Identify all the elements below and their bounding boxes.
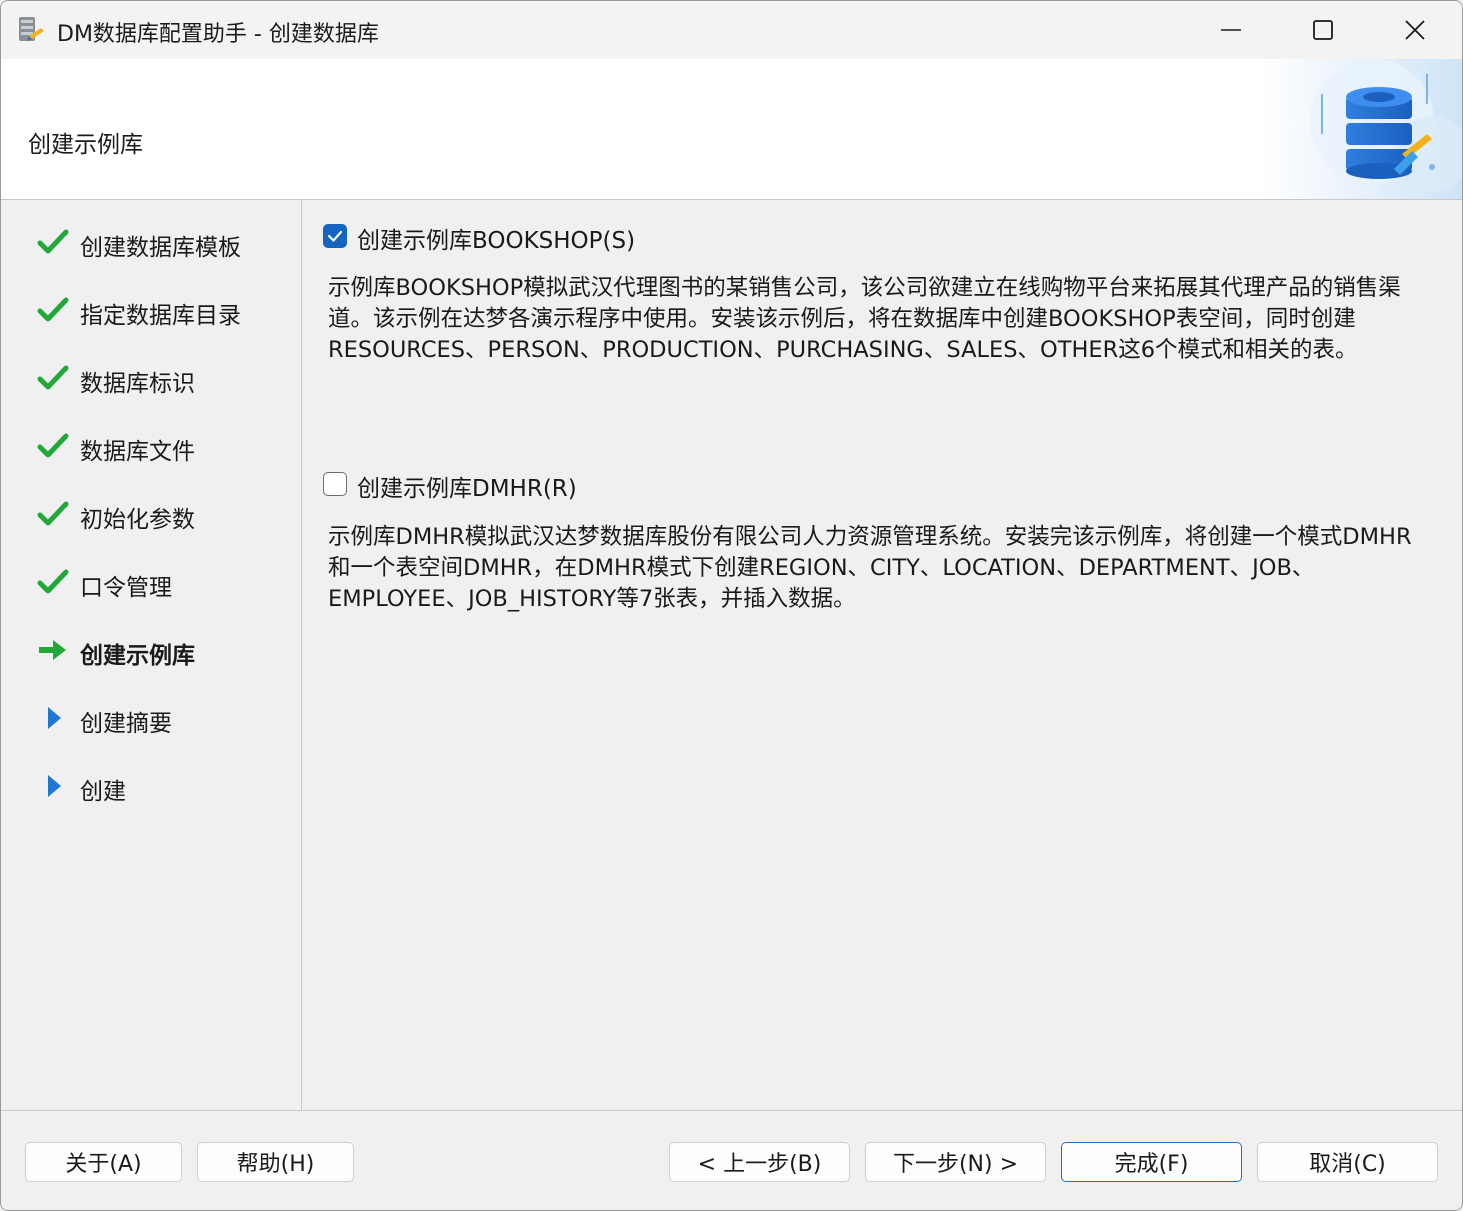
wizard-banner: 创建示例库 [1,59,1462,200]
check-icon [37,433,69,458]
database-tools-icon [1262,59,1462,199]
check-icon [37,501,69,526]
next-button[interactable]: 下一步(N) > [865,1142,1046,1182]
help-button[interactable]: 帮助(H) [197,1142,354,1182]
triangle-right-icon [48,775,61,797]
dmhr-option[interactable]: 创建示例库DMHR(R) [323,468,663,502]
step-label: 创建摘要 [80,711,172,737]
step-label: 数据库标识 [80,371,195,397]
step-create-template: 创建数据库模板 [1,216,301,266]
maximize-button[interactable] [1277,1,1369,59]
wizard-steps-sidebar: 创建数据库模板 指定数据库目录 数据库标识 数据库文件 初始化参数 口令管理 创… [1,200,302,1110]
minimize-icon [1221,29,1241,31]
previous-button-label: < 上一步(B) [697,1152,822,1177]
minimize-button[interactable] [1185,1,1277,59]
dmhr-description: 示例库DMHR模拟武汉达梦数据库股份有限公司人力资源管理系统。安装完该示例库，将… [328,524,1412,612]
check-icon [37,365,69,390]
previous-button[interactable]: < 上一步(B) [669,1142,850,1182]
step-summary: 创建摘要 [1,692,301,742]
step-db-directory: 指定数据库目录 [1,284,301,334]
page-title: 创建示例库 [28,132,143,158]
checkmark-icon [327,230,343,242]
step-label: 指定数据库目录 [80,303,241,329]
bookshop-option[interactable]: 创建示例库BOOKSHOP(S) [323,220,723,254]
step-sample-db: 创建示例库 [1,624,301,674]
step-label: 创建示例库 [80,643,195,669]
close-icon [1405,20,1425,40]
step-password: 口令管理 [1,556,301,606]
cancel-button[interactable]: 取消(C) [1257,1142,1438,1182]
step-label: 创建 [80,779,126,805]
maximize-icon [1313,20,1333,40]
dmhr-label[interactable]: 创建示例库DMHR(R) [357,469,577,503]
cancel-button-label: 取消(C) [1309,1152,1386,1177]
step-label: 口令管理 [80,575,172,601]
close-button[interactable] [1369,1,1461,59]
check-icon [37,229,69,254]
about-button-label: 关于(A) [65,1152,142,1177]
check-icon [37,297,69,322]
main-panel: 创建示例库BOOKSHOP(S) 示例库BOOKSHOP模拟武汉代理图书的某销售… [303,200,1462,1110]
dialog-window: DM数据库配置助手 - 创建数据库 创建示例库 创建数据库模板 指定数据库目录 … [0,0,1463,1211]
finish-button[interactable]: 完成(F) [1061,1142,1242,1182]
step-label: 初始化参数 [80,507,195,533]
help-button-label: 帮助(H) [236,1152,315,1177]
step-init-params: 初始化参数 [1,488,301,538]
triangle-right-icon [48,707,61,729]
button-bar: 关于(A) 帮助(H) < 上一步(B) 下一步(N) > 完成(F) 取消(C… [1,1110,1462,1210]
about-button[interactable]: 关于(A) [25,1142,182,1182]
arrow-right-icon [39,640,66,660]
step-db-files: 数据库文件 [1,420,301,470]
step-label: 创建数据库模板 [80,235,241,261]
dmhr-checkbox[interactable] [323,472,347,496]
bookshop-label[interactable]: 创建示例库BOOKSHOP(S) [357,221,635,255]
step-create: 创建 [1,760,301,810]
title-bar: DM数据库配置助手 - 创建数据库 [1,1,1462,59]
finish-button-label: 完成(F) [1114,1152,1189,1177]
next-button-label: 下一步(N) > [892,1152,1019,1177]
step-db-identity: 数据库标识 [1,352,301,402]
step-label: 数据库文件 [80,439,195,465]
bookshop-description: 示例库BOOKSHOP模拟武汉代理图书的某销售公司，该公司欲建立在线购物平台来拓… [328,275,1401,363]
app-icon [19,17,44,41]
window-title: DM数据库配置助手 - 创建数据库 [57,22,379,47]
bookshop-checkbox[interactable] [323,224,347,248]
check-icon [37,569,69,594]
